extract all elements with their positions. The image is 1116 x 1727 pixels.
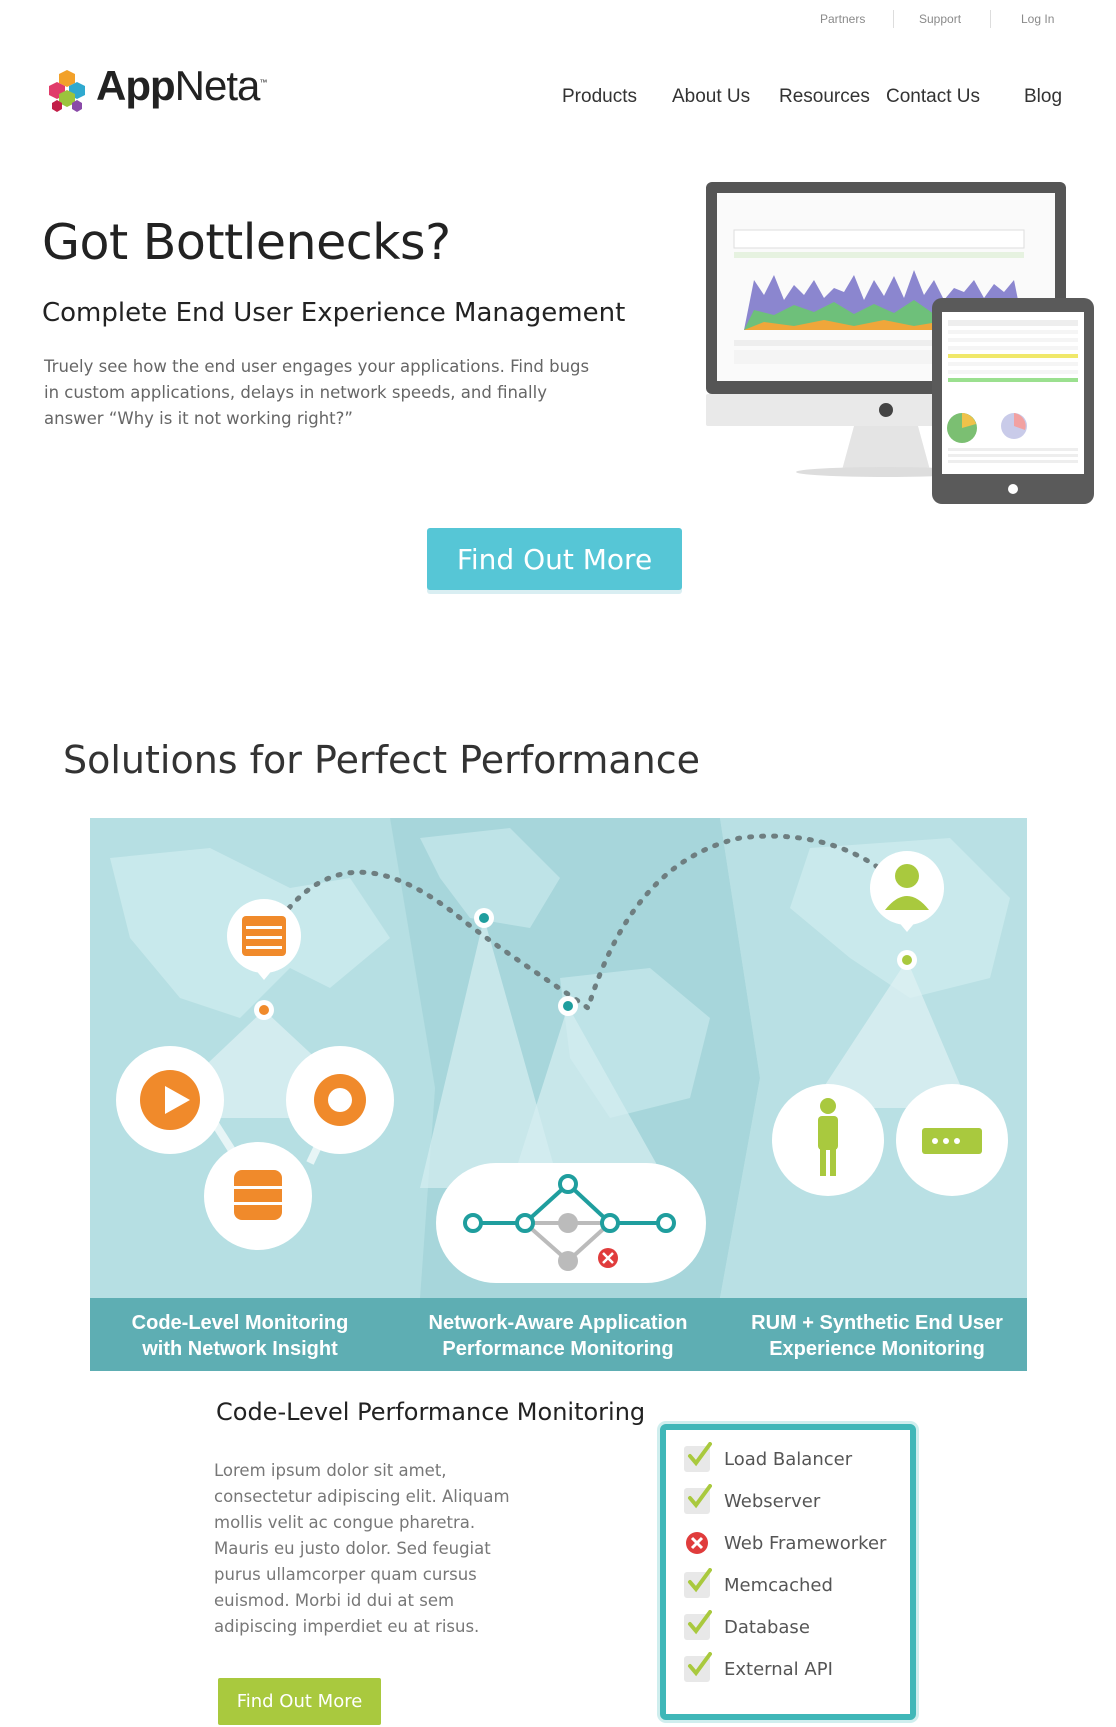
hero-find-out-more-button[interactable]: Find Out More (427, 528, 682, 590)
caption-code-level[interactable]: Code-Level Monitoring with Network Insigh… (110, 1310, 370, 1362)
hero-description: Truely see how the end user engages your… (44, 357, 590, 428)
top-link-partners[interactable]: Partners (820, 12, 865, 26)
check-icon (684, 1484, 712, 1514)
hero-subtitle: Complete End User Experience Management (42, 298, 626, 328)
top-link-support[interactable]: Support (919, 12, 961, 26)
code-level-find-out-more-button[interactable]: Find Out More (218, 1678, 381, 1725)
nav-products[interactable]: Products (562, 86, 637, 108)
logo-wordmark[interactable]: AppNeta™ (96, 62, 267, 110)
caption-network-aware[interactable]: Network-Aware Application Performance Mon… (408, 1310, 708, 1362)
top-divider (990, 10, 991, 28)
component-checklist: Load Balancer Webserver Web Frameworker … (660, 1424, 916, 1720)
code-level-title: Code-Level Performance Monitoring (216, 1398, 646, 1426)
nav-blog[interactable]: Blog (1024, 86, 1062, 108)
caption-rum-synthetic[interactable]: RUM + Synthetic End User Experience Monit… (732, 1310, 1022, 1362)
checklist-item: Webserver (684, 1484, 820, 1518)
hero-title: Got Bottlenecks? (42, 214, 451, 271)
check-icon (684, 1568, 712, 1598)
solutions-title: Solutions for Perfect Performance (63, 738, 701, 782)
devices-screenshot-image (704, 180, 1094, 505)
checklist-item: Load Balancer (684, 1442, 852, 1476)
logo-cube-icon[interactable] (44, 68, 90, 114)
checklist-item: Database (684, 1610, 810, 1644)
nav-contact-us[interactable]: Contact Us (886, 86, 980, 108)
top-link-login[interactable]: Log In (1021, 12, 1054, 26)
error-icon (684, 1530, 710, 1556)
check-icon (684, 1610, 712, 1640)
checklist-item: Memcached (684, 1568, 833, 1602)
checklist-item: Web Frameworker (684, 1526, 886, 1560)
check-icon (684, 1652, 712, 1682)
nav-resources[interactable]: Resources (779, 86, 870, 108)
solutions-map-illustration: Code-Level Monitoring with Network Insigh… (90, 818, 1027, 1371)
check-icon (684, 1442, 712, 1472)
checklist-item: External API (684, 1652, 833, 1686)
nav-about-us[interactable]: About Us (672, 86, 750, 108)
code-level-body: Lorem ipsum dolor sit amet, consectetur … (214, 1461, 510, 1636)
top-divider (893, 10, 894, 28)
